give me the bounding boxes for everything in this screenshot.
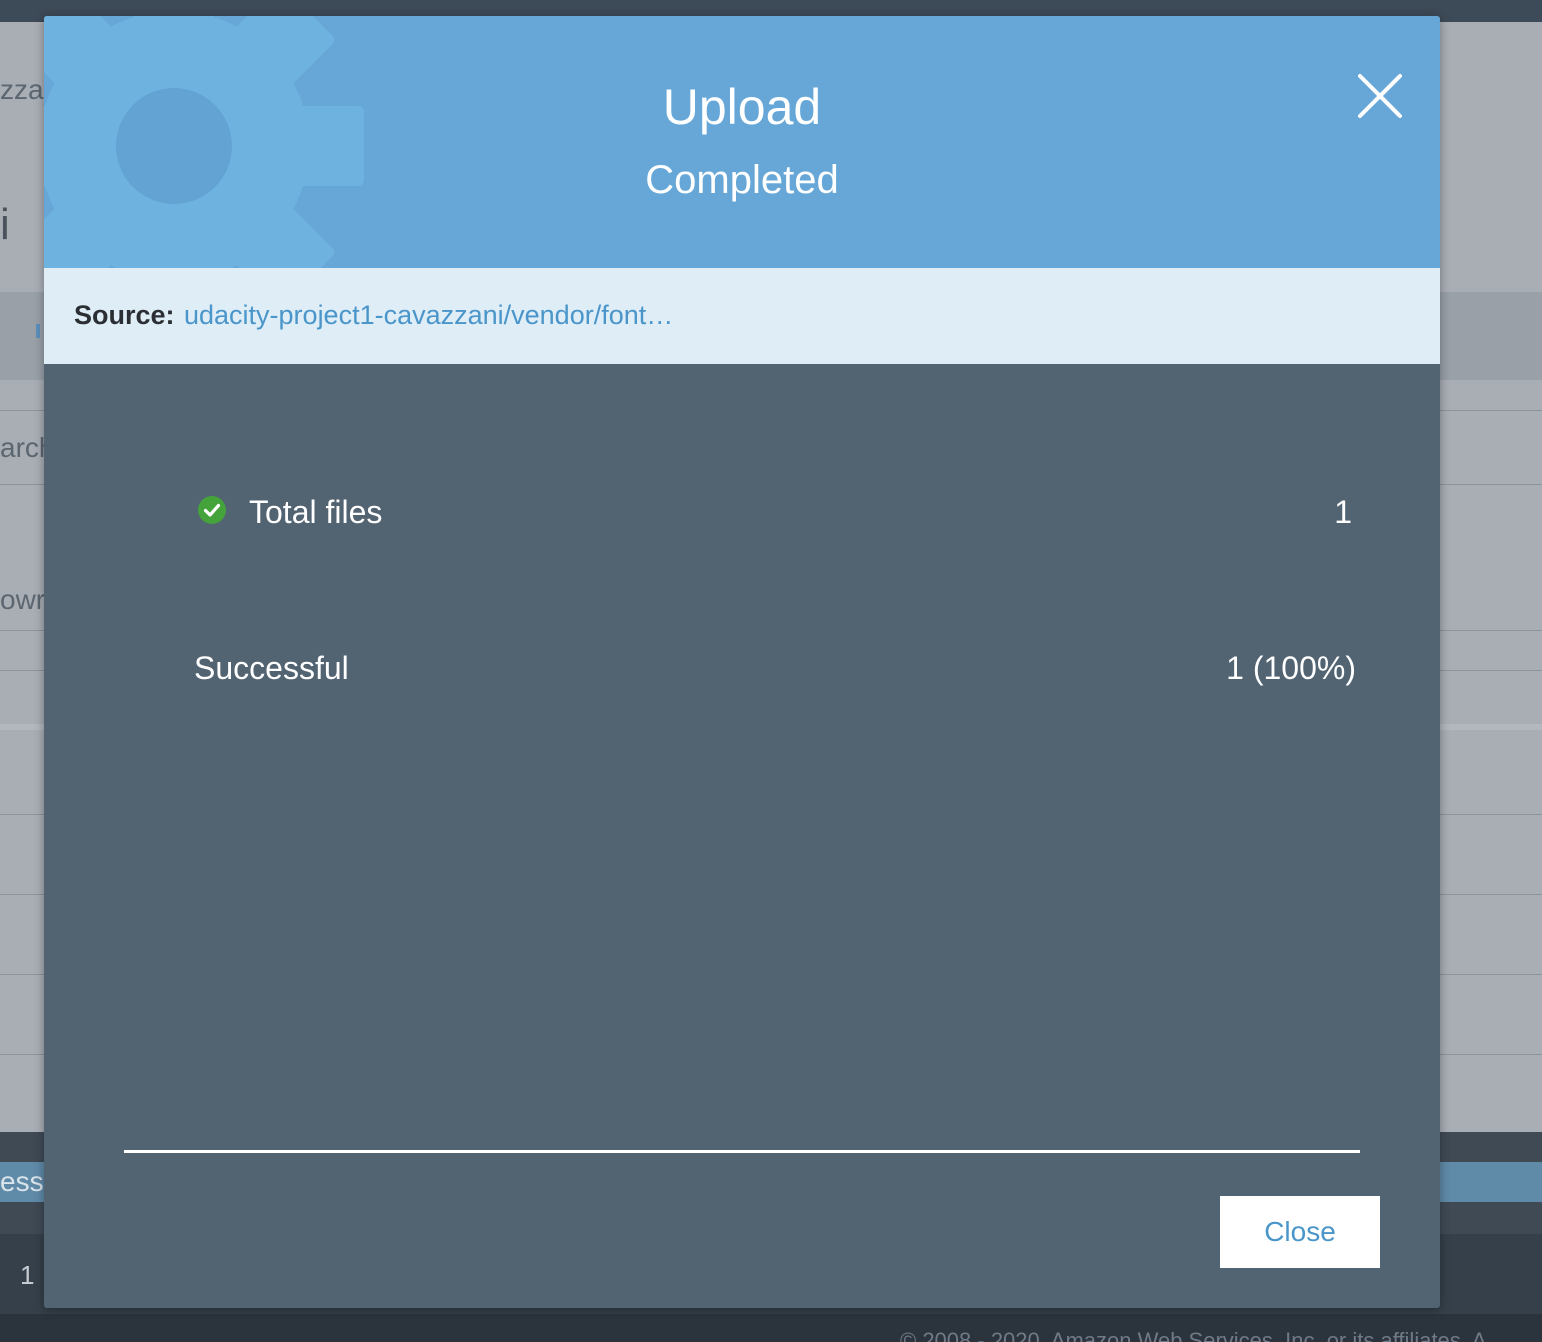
background-footer: © 2008 - 2020, Amazon Web Services, Inc.… <box>0 1314 1542 1342</box>
modal-header: Upload Completed <box>44 16 1440 268</box>
source-label: Source: <box>74 300 175 330</box>
modal-subtitle: Completed <box>645 158 839 202</box>
background-owner-text: owr <box>0 584 46 615</box>
background-row-count: 1 <box>20 1260 35 1290</box>
total-files-value: 1 <box>1334 494 1352 530</box>
background-heading: i <box>0 200 10 249</box>
background-tab-indicator <box>36 324 40 338</box>
upload-modal: Upload Completed Source: udacity-project… <box>44 16 1440 1308</box>
upload-progress-bar <box>124 1150 1360 1153</box>
successful-row: Successful 1 (100%) <box>194 650 1356 690</box>
close-button[interactable]: Close <box>1220 1196 1380 1268</box>
successful-value: 1 (100%) <box>1226 650 1356 686</box>
footer-copyright: © 2008 - 2020, Amazon Web Services, Inc.… <box>900 1328 1487 1342</box>
check-circle-icon <box>198 496 226 524</box>
upload-progress-fill <box>124 1150 1360 1153</box>
source-bar: Source: udacity-project1-cavazzani/vendo… <box>44 268 1440 364</box>
gear-icon <box>44 16 364 268</box>
modal-title: Upload <box>662 79 822 135</box>
close-icon[interactable] <box>1356 72 1404 120</box>
total-files-row: Total files 1 <box>194 494 1356 534</box>
source-path: udacity-project1-cavazzani/vendor/font… <box>184 300 674 330</box>
background-bucket-name: zza <box>0 74 44 105</box>
total-files-label: Total files <box>249 494 383 530</box>
successful-label: Successful <box>194 650 349 686</box>
